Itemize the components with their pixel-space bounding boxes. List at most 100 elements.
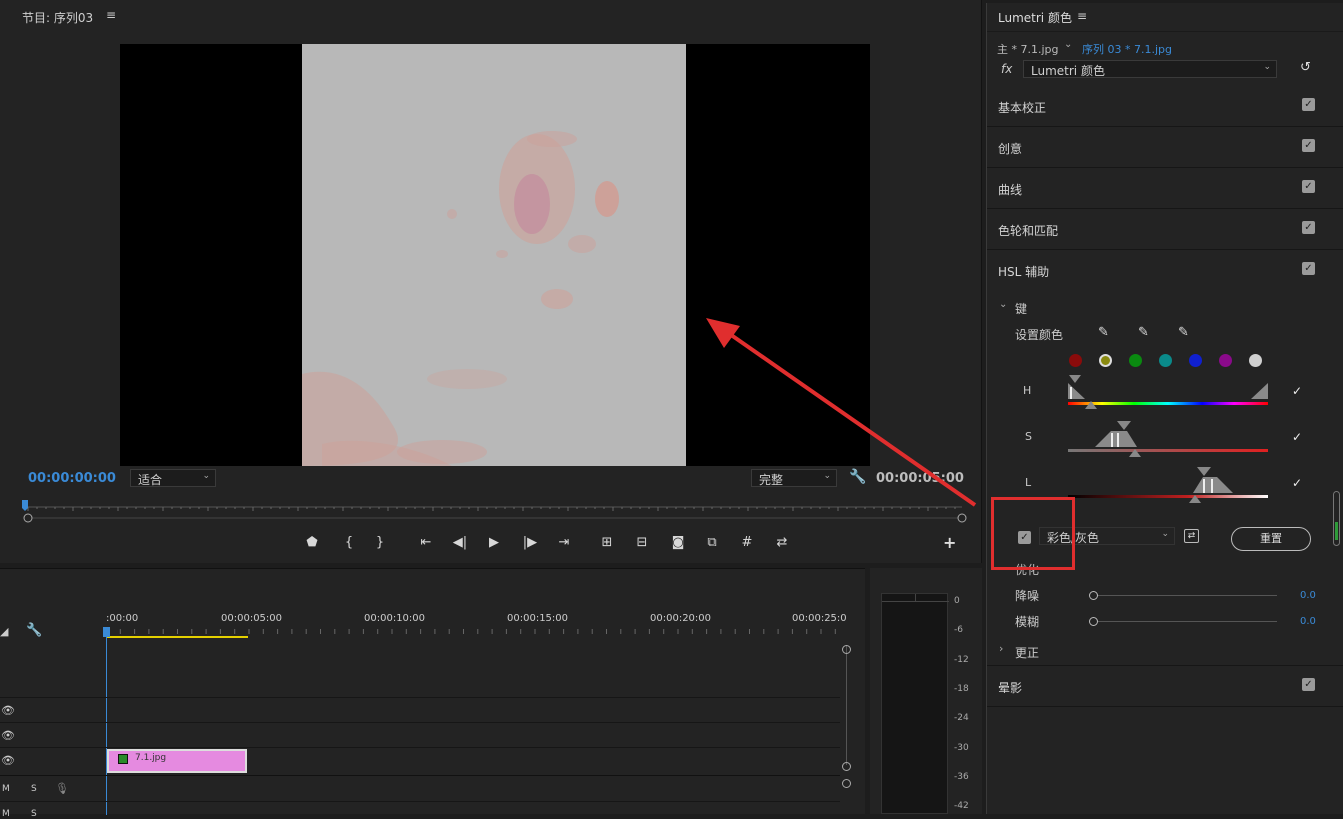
color-preset-blue-swatch[interactable]: [1189, 354, 1202, 367]
program-menu-icon[interactable]: ≡: [106, 8, 116, 22]
section-label: 色轮和匹配: [998, 224, 1059, 238]
section-enable-checkbox[interactable]: ✓: [1302, 180, 1315, 193]
add-button-icon[interactable]: +: [943, 533, 956, 552]
blur-value[interactable]: 0.0: [1300, 616, 1316, 627]
section-basic-correction[interactable]: 基本校正 ✓: [987, 86, 1343, 127]
annotation-arrow: [706, 318, 977, 507]
go-to-in-icon[interactable]: ⇤: [416, 533, 436, 553]
step-forward-icon[interactable]: |▶: [520, 533, 540, 553]
section-enable-checkbox[interactable]: ✓: [1302, 262, 1315, 275]
denoise-slider-knob[interactable]: [1089, 591, 1098, 600]
safe-margins-icon[interactable]: #: [737, 533, 757, 553]
meter-tick-label: -6: [954, 625, 963, 636]
panel-scrollbar[interactable]: [1333, 491, 1340, 546]
invert-mask-icon[interactable]: ⇄: [1184, 529, 1199, 543]
color-preset-green-swatch[interactable]: [1129, 354, 1142, 367]
playhead-handle[interactable]: [103, 627, 110, 637]
fx-icon: fx: [1001, 62, 1013, 76]
color-preset-yellow-swatch[interactable]: [1099, 354, 1112, 367]
section-label: 晕影: [998, 681, 1023, 695]
section-label: 创意: [998, 142, 1023, 156]
section-enable-checkbox[interactable]: ✓: [1302, 139, 1315, 152]
saturation-enable-check-icon[interactable]: ✓: [1292, 430, 1302, 444]
proxy-toggle-icon[interactable]: ⇄: [772, 533, 792, 553]
video-clip[interactable]: 7.1.jpg: [107, 749, 247, 773]
scroll-handle[interactable]: [842, 779, 851, 788]
solo-track-button[interactable]: S: [31, 784, 37, 794]
master-clip-tab[interactable]: 主 * 7.1.jpg: [997, 41, 1059, 57]
image-clip-icon: [118, 754, 128, 764]
program-monitor-title: 节目: 序列03: [22, 11, 94, 25]
track-visibility-eye-icon[interactable]: 👁: [1, 704, 15, 717]
hue-enable-check-icon[interactable]: ✓: [1292, 384, 1302, 398]
denoise-slider-track[interactable]: [1093, 595, 1277, 596]
key-subsection-label[interactable]: 键: [1015, 300, 1027, 317]
luminance-range-slider[interactable]: [1065, 467, 1271, 503]
effect-dropdown[interactable]: Lumetri 颜色 ⌄: [1023, 60, 1277, 78]
section-enable-checkbox[interactable]: ✓: [1302, 678, 1315, 691]
meter-scale: 0 -6 -12 -18 -24 -30 -36 -42: [952, 596, 982, 814]
lumetri-color-panel: Lumetri 颜色 ≡ 主 * 7.1.jpg ⌄ 序列 03 * 7.1.j…: [986, 3, 1343, 814]
meter-tick-label: 0: [954, 596, 960, 606]
blur-slider-knob[interactable]: [1089, 617, 1098, 626]
chevron-down-icon[interactable]: ⌄: [999, 299, 1007, 310]
section-curves[interactable]: 曲线 ✓: [987, 168, 1343, 209]
mute-track-button[interactable]: M: [2, 809, 10, 819]
saturation-label: S: [1025, 430, 1032, 443]
chevron-right-icon[interactable]: ›: [999, 642, 1003, 655]
time-ruler[interactable]: :00:00 00:00:05:00 00:00:10:00 00:00:15:00 0…: [0, 613, 865, 627]
mark-out-icon[interactable]: }: [370, 533, 390, 553]
play-icon[interactable]: ▶: [484, 533, 504, 553]
audio-meter-panel: 0 -6 -12 -18 -24 -30 -36 -42: [870, 568, 982, 814]
color-preset-cyan-swatch[interactable]: [1159, 354, 1172, 367]
luminance-enable-check-icon[interactable]: ✓: [1292, 476, 1302, 490]
current-timecode[interactable]: 00:00:00:00: [28, 471, 116, 486]
sequence-clip-tab[interactable]: 序列 03 * 7.1.jpg: [1082, 41, 1172, 57]
vertical-scrollbar[interactable]: [846, 645, 847, 765]
denoise-value[interactable]: 0.0: [1300, 590, 1316, 601]
section-enable-checkbox[interactable]: ✓: [1302, 98, 1315, 111]
chevron-down-icon: ⌄: [202, 471, 210, 481]
scroll-handle[interactable]: [842, 762, 851, 771]
blur-slider-track[interactable]: [1093, 621, 1277, 622]
fit-dropdown[interactable]: 适合 ⌄: [130, 469, 216, 487]
section-color-wheels[interactable]: 色轮和匹配 ✓: [987, 209, 1343, 250]
voiceover-mic-icon[interactable]: 🎙: [55, 782, 69, 795]
ruler-timecode-label: 00:00:05:00: [221, 613, 283, 624]
step-back-icon[interactable]: ◀|: [450, 533, 470, 553]
mute-track-button[interactable]: M: [2, 784, 10, 794]
eyedropper-add-icon[interactable]: ✎: [1138, 325, 1149, 340]
eyedropper-subtract-icon[interactable]: ✎: [1178, 325, 1189, 340]
lift-icon[interactable]: ⊞: [597, 533, 617, 553]
section-enable-checkbox[interactable]: ✓: [1302, 221, 1315, 234]
mark-in-icon[interactable]: {: [339, 533, 359, 553]
saturation-range-slider[interactable]: [1065, 421, 1271, 457]
export-frame-icon[interactable]: ◙: [668, 533, 688, 553]
reset-effect-icon[interactable]: ↺: [1300, 60, 1311, 75]
ruler-timecode-label: 00:00:15:00: [507, 613, 569, 624]
color-preset-magenta-swatch[interactable]: [1219, 354, 1232, 367]
color-preset-red-swatch[interactable]: [1069, 354, 1082, 367]
lumetri-menu-icon[interactable]: ≡: [1077, 9, 1087, 23]
section-vignette[interactable]: 晕影 ✓: [987, 666, 1343, 707]
go-to-out-icon[interactable]: ⇥: [554, 533, 574, 553]
clip-name: 7.1.jpg: [135, 753, 167, 763]
correction-subsection-label[interactable]: 更正: [1015, 644, 1039, 661]
chevron-down-icon[interactable]: ⌄: [1064, 39, 1072, 50]
section-creative[interactable]: 创意 ✓: [987, 127, 1343, 168]
reset-button[interactable]: 重置: [1231, 527, 1311, 551]
solo-track-button[interactable]: S: [31, 809, 37, 819]
scroll-handle[interactable]: [842, 645, 851, 654]
section-hsl-secondary[interactable]: HSL 辅助 ✓: [987, 250, 1343, 291]
add-marker-icon[interactable]: ⬟: [302, 533, 322, 553]
track-visibility-eye-icon[interactable]: 👁: [1, 754, 15, 767]
eyedropper-icon[interactable]: ✎: [1098, 325, 1109, 340]
color-preset-gray-swatch[interactable]: [1249, 354, 1262, 367]
comparison-view-icon[interactable]: ⧉: [702, 533, 722, 553]
track-visibility-eye-icon[interactable]: 👁: [1, 729, 15, 742]
section-label: 基本校正: [998, 101, 1047, 115]
meter-tick-label: -18: [954, 683, 969, 694]
hue-range-slider[interactable]: [1065, 375, 1271, 409]
meter-tick-label: -42: [954, 801, 969, 812]
extract-icon[interactable]: ⊟: [632, 533, 652, 553]
